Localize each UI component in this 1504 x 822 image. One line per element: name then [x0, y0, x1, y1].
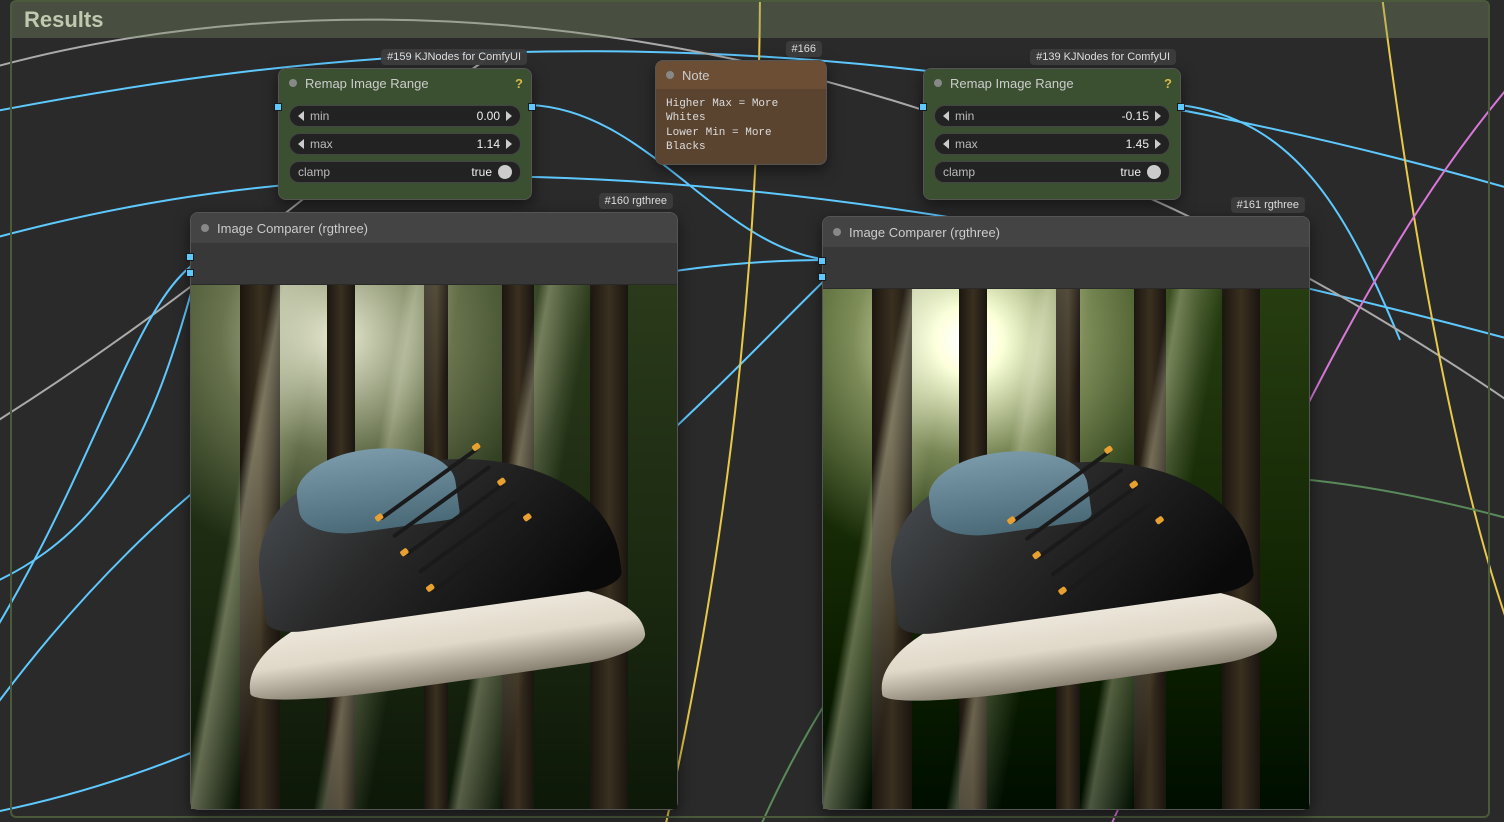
node-title: Note [682, 68, 709, 83]
node-collapse-dot[interactable] [934, 79, 942, 87]
help-icon[interactable]: ? [1164, 76, 1172, 91]
toggle-knob[interactable] [498, 165, 512, 179]
note-line: Higher Max = More Whites [666, 97, 816, 126]
node-header[interactable]: Image Comparer (rgthree) [823, 217, 1309, 247]
input-port[interactable] [274, 103, 282, 111]
increment-icon[interactable] [506, 139, 512, 149]
decrement-icon[interactable] [943, 111, 949, 121]
clamp-widget[interactable]: clamp true [289, 161, 521, 183]
widget-value: true [975, 165, 1141, 179]
widget-label: max [310, 137, 333, 151]
node-comparer-1[interactable]: #160 rgthree Image Comparer (rgthree) [190, 212, 678, 810]
widget-label: min [310, 109, 329, 123]
input-port-b[interactable] [818, 273, 826, 281]
min-widget[interactable]: min 0.00 [289, 105, 521, 127]
increment-icon[interactable] [1155, 111, 1161, 121]
preview-image[interactable] [191, 285, 677, 809]
node-header[interactable]: Note [656, 61, 826, 89]
widget-label: clamp [298, 165, 330, 179]
widget-value[interactable]: -0.15 [974, 109, 1149, 123]
node-badge: #139 KJNodes for ComfyUI [1030, 49, 1176, 65]
output-port[interactable] [528, 103, 536, 111]
input-port[interactable] [919, 103, 927, 111]
node-header[interactable]: Remap Image Range ? [924, 69, 1180, 97]
node-badge: #161 rgthree [1231, 197, 1305, 213]
decrement-icon[interactable] [298, 111, 304, 121]
node-remap-2[interactable]: #139 KJNodes for ComfyUI Remap Image Ran… [923, 68, 1181, 200]
input-slot-area [823, 247, 1309, 289]
group-title[interactable]: Results [12, 2, 1488, 38]
widget-value: true [330, 165, 492, 179]
widget-label: clamp [943, 165, 975, 179]
max-widget[interactable]: max 1.45 [934, 133, 1170, 155]
increment-icon[interactable] [506, 111, 512, 121]
node-badge: #159 KJNodes for ComfyUI [381, 49, 527, 65]
node-collapse-dot[interactable] [289, 79, 297, 87]
min-widget[interactable]: min -0.15 [934, 105, 1170, 127]
note-line: Lower Min = More Blacks [666, 126, 816, 155]
node-title: Remap Image Range [305, 76, 429, 91]
node-collapse-dot[interactable] [666, 71, 674, 79]
preview-image[interactable] [823, 289, 1309, 809]
widget-label: max [955, 137, 978, 151]
node-badge: #166 [786, 41, 822, 57]
clamp-widget[interactable]: clamp true [934, 161, 1170, 183]
widget-value[interactable]: 0.00 [329, 109, 500, 123]
node-collapse-dot[interactable] [833, 228, 841, 236]
node-body: min -0.15 max 1.45 clamp true [924, 97, 1180, 199]
increment-icon[interactable] [1155, 139, 1161, 149]
widget-value[interactable]: 1.45 [978, 137, 1149, 151]
max-widget[interactable]: max 1.14 [289, 133, 521, 155]
widget-label: min [955, 109, 974, 123]
input-slot-area [191, 243, 677, 285]
node-badge: #160 rgthree [599, 193, 673, 209]
help-icon[interactable]: ? [515, 76, 523, 91]
note-body[interactable]: Higher Max = More Whites Lower Min = Mor… [656, 89, 826, 164]
input-port-a[interactable] [186, 253, 194, 261]
node-canvas[interactable]: Results #159 KJNodes for ComfyUI Remap I… [0, 0, 1504, 822]
node-collapse-dot[interactable] [201, 224, 209, 232]
node-comparer-2[interactable]: #161 rgthree Image Comparer (rgthree) [822, 216, 1310, 810]
output-port[interactable] [1177, 103, 1185, 111]
toggle-knob[interactable] [1147, 165, 1161, 179]
node-header[interactable]: Remap Image Range ? [279, 69, 531, 97]
node-header[interactable]: Image Comparer (rgthree) [191, 213, 677, 243]
node-remap-1[interactable]: #159 KJNodes for ComfyUI Remap Image Ran… [278, 68, 532, 200]
decrement-icon[interactable] [298, 139, 304, 149]
group-title-text: Results [24, 7, 103, 33]
node-body: min 0.00 max 1.14 clamp true [279, 97, 531, 199]
node-title: Image Comparer (rgthree) [217, 221, 368, 236]
input-port-b[interactable] [186, 269, 194, 277]
decrement-icon[interactable] [943, 139, 949, 149]
input-port-a[interactable] [818, 257, 826, 265]
node-note[interactable]: #166 Note Higher Max = More Whites Lower… [655, 60, 827, 165]
node-title: Image Comparer (rgthree) [849, 225, 1000, 240]
widget-value[interactable]: 1.14 [333, 137, 500, 151]
node-title: Remap Image Range [950, 76, 1074, 91]
